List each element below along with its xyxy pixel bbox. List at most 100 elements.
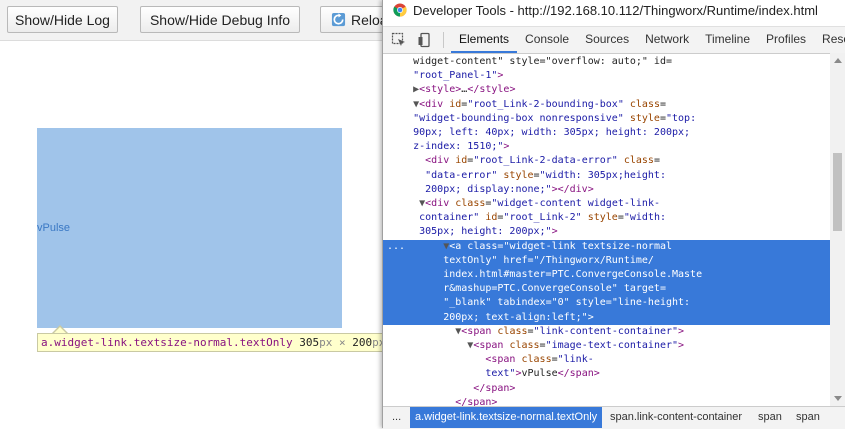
tab-elements[interactable]: Elements: [451, 27, 518, 53]
selected-dom-line[interactable]: "_blank" tabindex="0" style="line-height…: [383, 296, 830, 311]
dom-line[interactable]: 90px; left: 40px; width: 305px; height: …: [383, 126, 830, 140]
dom-token: =: [659, 98, 667, 110]
dom-token: id: [455, 155, 468, 167]
dom-token: ▼: [383, 340, 474, 351]
dom-line[interactable]: container" id="root_Link-2" style="width…: [383, 211, 830, 225]
breadcrumb-item[interactable]: span.link-content-container: [605, 407, 747, 428]
dom-token: ></div>: [551, 183, 594, 195]
dom-token: ▼: [383, 325, 462, 337]
dom-line[interactable]: widget-content" style="overflow: auto;" …: [383, 55, 830, 69]
dom-line[interactable]: ▶<style>…</style>: [383, 83, 830, 97]
dom-token: <style>: [419, 84, 462, 96]
dom-token: "widget-content widget-link-: [491, 198, 660, 209]
scroll-up-arrow[interactable]: [834, 58, 842, 63]
dom-token: "0": [551, 297, 570, 309]
dom-token: 200px; display:none;": [383, 183, 552, 195]
dom-line[interactable]: <span class="link-: [383, 353, 830, 367]
dom-token: style: [569, 297, 606, 309]
dom-line[interactable]: "root_Panel-1">: [383, 69, 830, 83]
dom-token: "_blank": [383, 297, 492, 309]
tooltip-height-unit: px: [372, 336, 382, 349]
dom-token: "image-text-container": [545, 340, 679, 351]
breadcrumb-item[interactable]: a.widget-link.textsize-normal.textOnly: [410, 407, 603, 428]
reload-label: Reload: [351, 12, 382, 28]
tooltip-selector: a.widget-link.textsize-normal.textOnly: [41, 336, 293, 349]
dom-tree-scrollbar[interactable]: [830, 53, 845, 406]
dom-token: <div: [425, 198, 456, 209]
dom-line[interactable]: ▼<div id = "root_Link-2-bounding-box" clas…: [383, 98, 830, 112]
tab-profiles[interactable]: Profiles: [758, 27, 814, 51]
dom-token: >: [497, 70, 504, 82]
elements-dom-tree[interactable]: widget-content" style="overflow: auto;" …: [383, 53, 830, 406]
vpulse-link[interactable]: vPulse: [37, 128, 342, 328]
tooltip-times: ×: [339, 336, 346, 349]
inspect-tooltip: a.widget-link.textsize-normal.textOnly 3…: [37, 333, 382, 352]
dom-line[interactable]: z-index: 1510;">: [383, 140, 830, 154]
more-actions-dots[interactable]: ...: [387, 240, 405, 254]
page-toolbar: Show/Hide Log Show/Hide Debug Info Reloa…: [0, 0, 382, 41]
scroll-down-arrow[interactable]: [834, 396, 842, 401]
selected-dom-line[interactable]: 200px; text-align:left;">: [383, 310, 830, 325]
dom-token: id: [479, 212, 498, 224]
dom-line[interactable]: 305px; height: 200px;">: [383, 225, 830, 239]
dom-token: class: [521, 354, 552, 366]
dom-token: "link-: [557, 354, 594, 366]
show-hide-log-button[interactable]: Show/Hide Log: [7, 6, 118, 33]
breadcrumb-item[interactable]: span: [791, 407, 825, 428]
dom-token: "width: 305px;height:: [539, 169, 666, 181]
dom-token: <div: [419, 98, 450, 110]
tab-sources[interactable]: Sources: [577, 27, 637, 51]
breadcrumb-item[interactable]: span: [753, 407, 787, 428]
dom-token: target: [617, 283, 660, 295]
devtools-window: Developer Tools - http://192.168.10.112/…: [382, 0, 845, 429]
dom-token: z-index: 1510;": [383, 141, 504, 153]
dom-token: class: [455, 198, 486, 209]
scrollbar-thumb[interactable]: [833, 153, 842, 231]
tooltip-width-unit: px: [319, 336, 333, 349]
dom-token: </span>: [383, 382, 516, 394]
breadcrumb-bar: ... a.widget-link.textsize-normal.textOnl…: [383, 406, 845, 429]
breadcrumb-more[interactable]: ...: [387, 407, 406, 428]
dom-token: class: [617, 155, 654, 167]
dom-token: ▶: [383, 84, 420, 96]
dom-token: index.html#master=PTC.ConvergeConsole.Ma…: [383, 269, 703, 280]
dom-line[interactable]: 200px; display:none;"></div>: [383, 183, 830, 197]
dom-line[interactable]: </span>: [383, 382, 830, 396]
dom-token: class: [497, 325, 528, 337]
tab-resources[interactable]: Reso: [814, 27, 845, 51]
inspect-element-icon[interactable]: [391, 32, 407, 48]
devtools-title: Developer Tools - http://192.168.10.112/…: [413, 3, 818, 18]
thingworx-runtime-page: Show/Hide Log Show/Hide Debug Info Reloa…: [0, 0, 382, 428]
dom-line[interactable]: ▼<span class="link-content-container">: [383, 325, 830, 339]
tab-network[interactable]: Network: [637, 27, 697, 51]
dom-token: "widget-link textsize-normal: [503, 240, 673, 252]
dom-line[interactable]: ▼<span class="image-text-container">: [383, 339, 830, 353]
dom-line[interactable]: </span>: [383, 396, 830, 406]
dom-token: </span>: [383, 396, 498, 406]
chrome-icon: [393, 3, 407, 17]
selected-dom-line[interactable]: textOnly" href="/Thingworx/Runtime/: [383, 253, 830, 268]
dom-line[interactable]: <div id="root_Link-2-data-error" class=: [383, 154, 830, 168]
dom-token: class: [623, 98, 660, 110]
device-mode-icon[interactable]: [417, 32, 433, 48]
dom-token: </style>: [467, 84, 516, 96]
tooltip-width: 305: [299, 336, 320, 349]
dom-line[interactable]: ▼<div class="widget-content widget-link-: [383, 197, 830, 211]
dom-line[interactable]: "widget-bounding-box nonresponsive" styl…: [383, 112, 830, 126]
devtools-titlebar: Developer Tools - http://192.168.10.112/…: [383, 0, 845, 22]
dom-line[interactable]: "data-error" style="width: 305px;height:: [383, 169, 830, 183]
tab-console[interactable]: Console: [517, 27, 577, 51]
selected-dom-line[interactable]: r&mashup=PTC.ConvergeConsole" target=: [383, 282, 830, 297]
dom-line[interactable]: text">vPulse</span>: [383, 367, 830, 381]
link-widget-highlight: vPulse: [37, 128, 342, 328]
dom-token: <div: [383, 155, 456, 167]
dom-token: textOnly": [383, 254, 498, 266]
selected-dom-line[interactable]: ▼<a class="widget-link textsize-normal..…: [383, 239, 830, 254]
show-hide-debug-button[interactable]: Show/Hide Debug Info: [140, 6, 300, 33]
dom-token: "root_Link-2-bounding-box": [467, 98, 624, 110]
selected-dom-line[interactable]: index.html#master=PTC.ConvergeConsole.Ma…: [383, 268, 830, 283]
dom-token: >: [678, 340, 685, 351]
dom-token: id: [449, 98, 462, 110]
reload-button[interactable]: Reload: [320, 6, 382, 33]
tab-timeline[interactable]: Timeline: [697, 27, 758, 51]
